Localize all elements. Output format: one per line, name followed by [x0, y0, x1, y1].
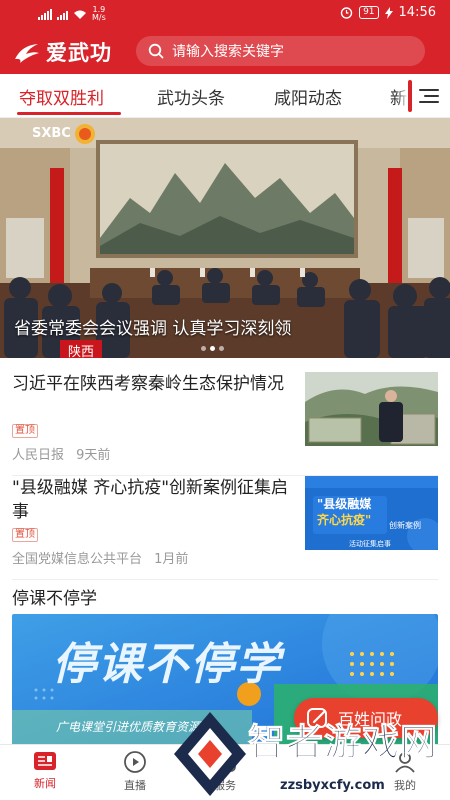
logo-swirl-icon [15, 44, 39, 63]
section-title: 停课不停学 [12, 589, 97, 609]
tab-xianyang-news[interactable]: 咸阳动态 [274, 84, 342, 109]
category-tabs: 夺取双胜利 武功头条 咸阳动态 新 [0, 74, 450, 118]
news-time: 1月前 [154, 552, 189, 567]
alarm-icon [340, 7, 353, 19]
tab-double-victory[interactable]: 夺取双胜利 [19, 84, 104, 109]
tab-new[interactable]: 新 [390, 84, 407, 109]
net-speed-unit: M/s [92, 13, 106, 22]
app-header: 爱武功 请输入搜索关键字 [0, 28, 450, 74]
banner-title: 停课不停学 [52, 639, 282, 690]
news-thumbnail-image [305, 372, 438, 446]
status-right: 91 14:56 [340, 5, 436, 20]
news-thumbnail [305, 372, 438, 446]
watermark-text: 智者游戏网 [248, 721, 438, 765]
nav-live-label: 直播 [124, 779, 146, 792]
nav-news-label: 新闻 [34, 777, 56, 790]
status-bar: 1.9 M/s 91 14:56 [0, 0, 450, 28]
news-source: 全国党媒信息公共平台 [12, 552, 143, 567]
hero-carousel[interactable]: SXBC 省委常委会会议强调 认真学习深刻领 陕西 [0, 118, 450, 358]
wifi-icon [74, 10, 86, 19]
watermark-url: zzsbyxcfy.com [280, 778, 385, 793]
thumbnail-line: "县级融媒 [317, 497, 372, 511]
menu-icon [419, 89, 439, 103]
logo-text: 爱武功 [46, 40, 112, 65]
tv-region-tag: 陕西 [60, 340, 103, 358]
news-meta: 人民日报 9天前 [12, 444, 110, 463]
news-meta: 全国党媒信息公共平台 1月前 [12, 548, 188, 567]
search-icon [148, 43, 164, 59]
tv-station-logo: SXBC [32, 126, 71, 141]
news-title: 习近平在陕西考察秦岭生态保护情况 [12, 374, 284, 394]
carousel-dot-active[interactable] [210, 346, 215, 351]
pinned-badge: 置顶 [12, 424, 38, 438]
news-source: 人民日报 [12, 448, 65, 463]
battery-icon: 91 [359, 6, 379, 19]
play-icon [124, 751, 146, 773]
nav-news[interactable]: 新闻 [15, 751, 75, 791]
tab-wugong-headlines[interactable]: 武功头条 [157, 84, 225, 109]
tab-menu-button[interactable] [408, 74, 450, 117]
watermark-logo-icon [174, 712, 246, 796]
carousel-dot[interactable] [201, 346, 206, 351]
thumbnail-footer: 活动征集启事 [349, 540, 391, 548]
news-item[interactable]: "县级融媒 齐心抗疫"创新案例征集启事 置顶 全国党媒信息公共平台 1月前 "县… [12, 476, 438, 580]
tab-menu-accent [408, 80, 412, 112]
thumbnail-headline: "县级融媒 齐心抗疫" [317, 496, 371, 528]
carousel-dots [201, 346, 224, 351]
news-item[interactable]: 习近平在陕西考察秦岭生态保护情况 置顶 人民日报 9天前 [12, 372, 438, 476]
active-tab-indicator [17, 112, 121, 115]
signal-icon [38, 8, 52, 20]
news-time: 9天前 [76, 448, 111, 463]
news-title: "县级融媒 齐心抗疫"创新案例征集启事 [12, 478, 289, 522]
news-thumbnail: "县级融媒 齐心抗疫" 创新案例 活动征集启事 [305, 476, 438, 550]
charging-icon [384, 6, 393, 19]
site-watermark: 智者游戏网 zzsbyxcfy.com [170, 708, 446, 800]
search-placeholder: 请输入搜索关键字 [172, 44, 284, 60]
carousel-dot[interactable] [219, 346, 224, 351]
clock: 14:56 [398, 5, 436, 20]
thumbnail-line: 齐心抗疫" [317, 513, 372, 527]
nav-live[interactable]: 直播 [105, 751, 165, 793]
status-left: 1.9 M/s [38, 6, 106, 22]
hero-caption: 省委常委会会议强调 认真学习深刻领 [14, 319, 292, 339]
search-input[interactable]: 请输入搜索关键字 [136, 36, 425, 66]
news-icon [34, 752, 56, 770]
thumbnail-suffix: 创新案例 [389, 521, 421, 530]
app-logo: 爱武功 [12, 37, 112, 67]
pinned-badge: 置顶 [12, 528, 38, 542]
signal-icon-2 [57, 9, 68, 20]
net-speed: 1.9 M/s [92, 6, 106, 22]
